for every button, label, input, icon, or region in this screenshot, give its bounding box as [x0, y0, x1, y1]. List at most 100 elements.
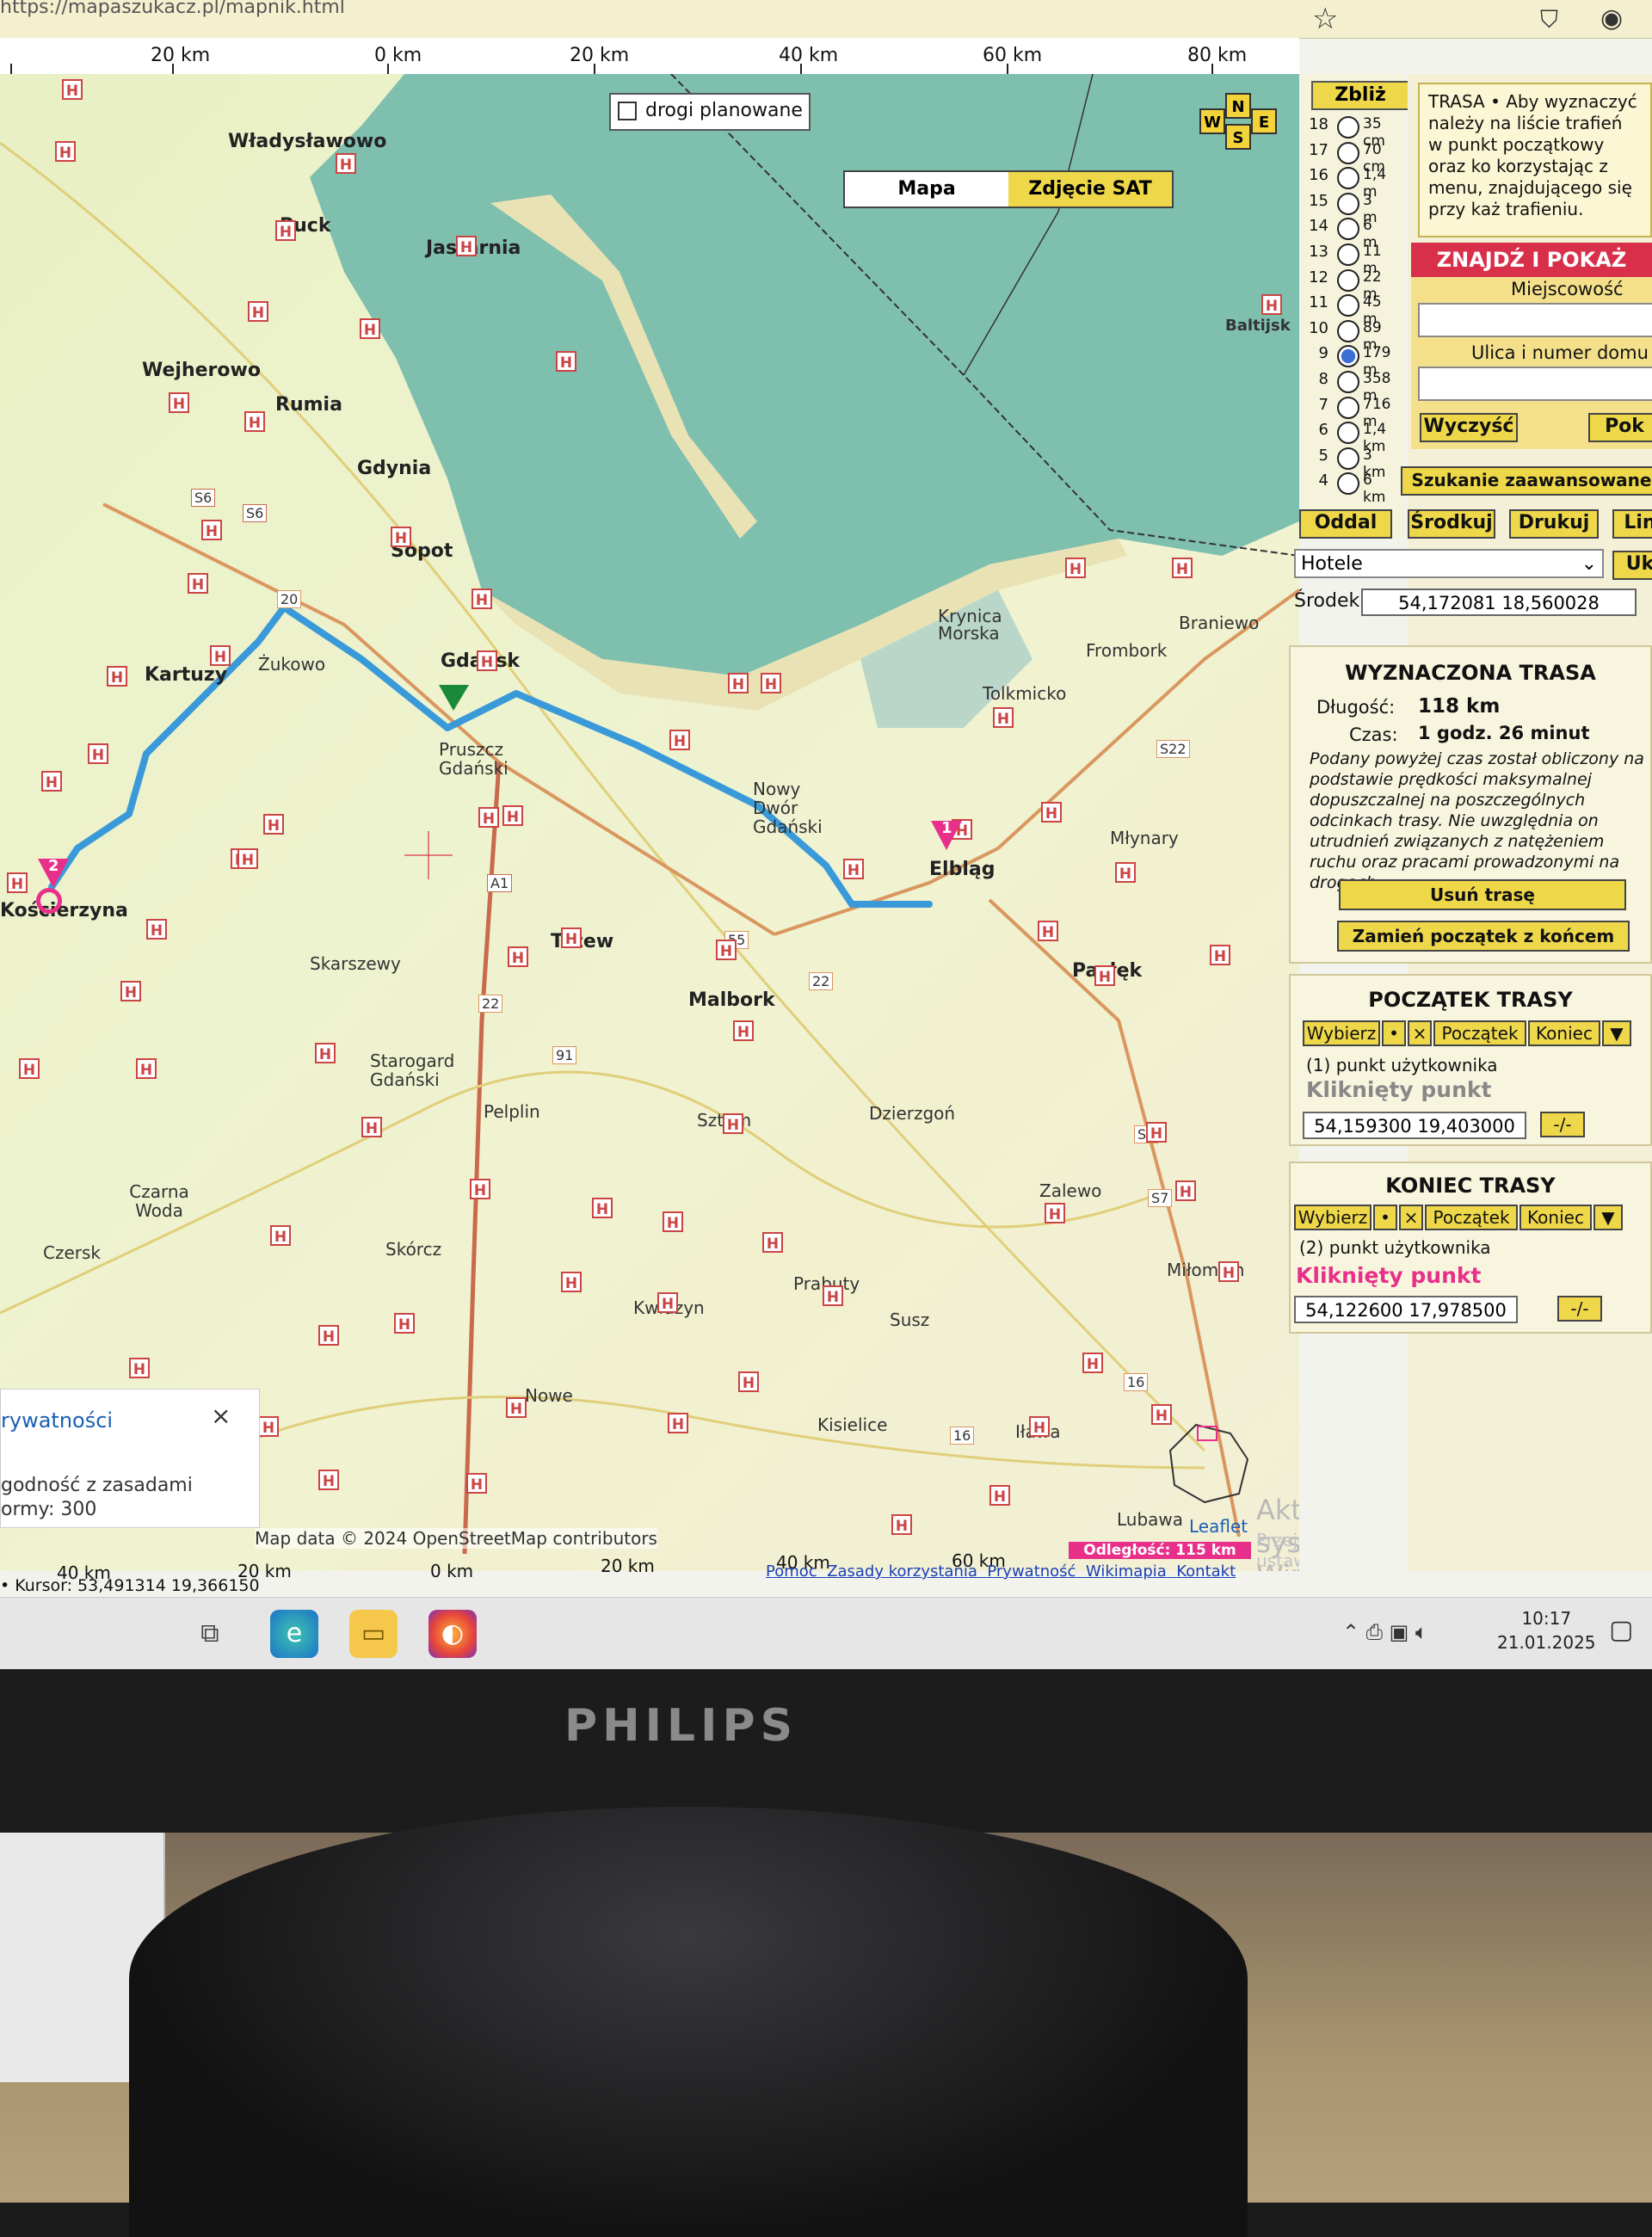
- privacy-title[interactable]: rywatności: [1, 1408, 113, 1433]
- hotel-icon[interactable]: H: [556, 351, 576, 372]
- end-coords-button[interactable]: -/-: [1557, 1296, 1602, 1322]
- center-button[interactable]: Środkuj: [1408, 509, 1495, 539]
- zoom-out-button[interactable]: Oddal: [1299, 509, 1392, 539]
- hotel-icon[interactable]: H: [466, 1473, 487, 1494]
- hotel-icon[interactable]: H: [993, 707, 1014, 728]
- zoom-radio-icon[interactable]: [1337, 422, 1359, 445]
- hotel-icon[interactable]: H: [360, 318, 380, 339]
- hotel-icon[interactable]: H: [1261, 294, 1282, 315]
- hotel-icon[interactable]: H: [561, 1272, 582, 1292]
- hotel-icon[interactable]: H: [1175, 1180, 1196, 1201]
- hotel-icon[interactable]: H: [275, 220, 296, 241]
- center-coords-field[interactable]: 54,172081 18,560028: [1361, 589, 1637, 616]
- hotel-icon[interactable]: H: [248, 301, 268, 322]
- hotel-icon[interactable]: H: [1065, 558, 1086, 578]
- hotel-icon[interactable]: H: [361, 1117, 382, 1137]
- zoom-radio-icon[interactable]: [1337, 472, 1359, 496]
- end-coords-field[interactable]: 54,122600 17,978500: [1294, 1296, 1518, 1323]
- compass-west-button[interactable]: W: [1199, 108, 1225, 134]
- hotel-icon[interactable]: H: [502, 805, 523, 826]
- hotel-icon[interactable]: H: [1038, 921, 1058, 941]
- bookmark-star-icon[interactable]: ☆: [1312, 2, 1338, 36]
- hotel-icon[interactable]: H: [478, 807, 499, 828]
- zoom-radio-icon[interactable]: [1337, 141, 1359, 164]
- hotel-icon[interactable]: H: [318, 1470, 339, 1490]
- hotel-icon[interactable]: H: [762, 1232, 783, 1253]
- hotel-icon[interactable]: H: [1041, 802, 1062, 823]
- hotel-icon[interactable]: H: [733, 1020, 754, 1041]
- hotel-icon[interactable]: H: [244, 411, 265, 432]
- taskbar-clock[interactable]: 10:17 21.01.2025: [1497, 1606, 1596, 1655]
- hotel-icon[interactable]: H: [120, 981, 141, 1001]
- hotel-icon[interactable]: H: [315, 1043, 336, 1063]
- hotel-icon[interactable]: H: [1094, 965, 1115, 986]
- url-bar[interactable]: https://mapaszukacz.pl/mapnik.html: [0, 0, 345, 18]
- hotel-icon[interactable]: H: [336, 153, 356, 174]
- tray-icons[interactable]: ⌃ ⎙ ▣ 🔈︎: [1342, 1620, 1427, 1644]
- hotel-icon[interactable]: H: [1045, 1203, 1065, 1223]
- street-input[interactable]: [1418, 367, 1652, 401]
- zoom-in-button[interactable]: Zbliż: [1311, 81, 1409, 110]
- hotel-icon[interactable]: H: [1172, 558, 1193, 578]
- hotel-icon[interactable]: H: [738, 1371, 759, 1392]
- minimap[interactable]: [1162, 1416, 1256, 1511]
- hotel-icon[interactable]: H: [263, 814, 284, 835]
- hotel-icon[interactable]: H: [318, 1325, 339, 1346]
- show-button[interactable]: Pok: [1588, 413, 1652, 442]
- hotel-icon[interactable]: H: [508, 946, 528, 967]
- hotel-icon[interactable]: H: [663, 1211, 683, 1232]
- layer-satellite-button[interactable]: Zdjęcie SAT: [1008, 172, 1172, 206]
- task-view-icon[interactable]: ⧉: [186, 1610, 234, 1658]
- hotel-icon[interactable]: H: [237, 848, 258, 869]
- advanced-search-button[interactable]: Szukanie zaawansowane: [1401, 466, 1652, 496]
- start-set-end-button[interactable]: Koniec: [1528, 1020, 1600, 1046]
- hotel-icon[interactable]: H: [146, 919, 167, 940]
- map-canvas[interactable]: Władysławowo Puck Jastarnia Wejherowo Ru…: [0, 74, 1299, 1571]
- hotel-icon[interactable]: H: [7, 872, 28, 893]
- print-button[interactable]: Drukuj: [1509, 509, 1599, 539]
- zoom-radio-icon[interactable]: [1337, 268, 1359, 292]
- zoom-radio-icon[interactable]: [1337, 319, 1359, 342]
- privacy-link[interactable]: Prywatność: [987, 1562, 1076, 1581]
- hotel-icon[interactable]: H: [716, 940, 737, 960]
- start-coords-button[interactable]: -/-: [1540, 1112, 1585, 1137]
- hotel-icon[interactable]: H: [668, 1413, 688, 1433]
- town-input[interactable]: [1418, 303, 1652, 337]
- hotel-icon[interactable]: H: [477, 650, 497, 671]
- hotel-icon[interactable]: H: [55, 141, 76, 162]
- hotel-icon[interactable]: H: [201, 520, 222, 540]
- hotel-icon[interactable]: H: [1029, 1416, 1050, 1437]
- start-dot-button[interactable]: •: [1382, 1020, 1406, 1046]
- planned-roads-checkbox[interactable]: drogi planowane: [609, 93, 811, 131]
- hotel-icon[interactable]: H: [657, 1292, 678, 1313]
- category-select[interactable]: Hotele ⌄: [1294, 549, 1604, 578]
- start-choose-button[interactable]: Wybierz: [1303, 1020, 1380, 1046]
- zoom-radio-icon[interactable]: [1337, 218, 1359, 241]
- hotel-icon[interactable]: H: [136, 1058, 157, 1079]
- start-remove-button[interactable]: ×: [1408, 1020, 1432, 1046]
- hotel-icon[interactable]: H: [270, 1225, 291, 1246]
- start-set-start-button[interactable]: Początek: [1433, 1020, 1526, 1046]
- compass-south-button[interactable]: S: [1225, 124, 1251, 150]
- link-button[interactable]: Lin: [1612, 509, 1652, 539]
- hotel-icon[interactable]: H: [188, 573, 208, 594]
- hotel-icon[interactable]: H: [843, 859, 864, 879]
- category-apply-button[interactable]: Uk: [1612, 551, 1652, 580]
- zoom-radio-icon[interactable]: [1337, 396, 1359, 419]
- zoom-radio-icon[interactable]: [1337, 192, 1359, 215]
- terms-link[interactable]: Zasady korzystania: [827, 1562, 977, 1581]
- firefox-icon[interactable]: ◐: [428, 1610, 477, 1658]
- hotel-icon[interactable]: H: [761, 673, 781, 693]
- close-icon[interactable]: ×: [211, 1402, 231, 1430]
- leaflet-link[interactable]: Leaflet: [1189, 1516, 1248, 1537]
- hotel-icon[interactable]: H: [506, 1397, 527, 1418]
- help-link[interactable]: Pomoc: [766, 1562, 817, 1581]
- hotel-icon[interactable]: H: [391, 527, 411, 547]
- hotel-icon[interactable]: H: [561, 927, 582, 948]
- zoom-radio-icon[interactable]: [1337, 447, 1359, 470]
- hotel-icon[interactable]: H: [1210, 945, 1230, 965]
- delete-route-button[interactable]: Usuń trasę: [1339, 879, 1626, 910]
- end-remove-button[interactable]: ×: [1399, 1205, 1423, 1230]
- wikimapia-link[interactable]: Wikimapia: [1086, 1562, 1167, 1581]
- zoom-radio-icon[interactable]: [1337, 345, 1359, 368]
